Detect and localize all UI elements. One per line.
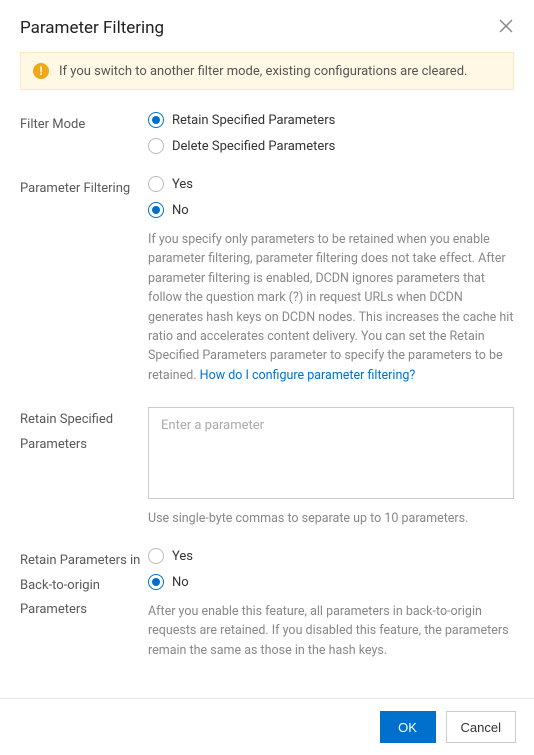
- radio-icon: [148, 548, 164, 564]
- radio-icon: [148, 138, 164, 154]
- retain-back-origin-group: Yes No: [148, 548, 514, 590]
- filter-mode-retain-option[interactable]: Retain Specified Parameters: [148, 112, 514, 128]
- parameter-filtering-no-option[interactable]: No: [148, 202, 514, 218]
- parameter-filtering-help-link[interactable]: How do I configure parameter filtering?: [200, 368, 416, 383]
- retain-params-label: Retain Specified Parameters: [20, 407, 148, 457]
- radio-label: Yes: [172, 177, 193, 192]
- radio-label: Yes: [172, 549, 193, 564]
- alert-text: If you switch to another filter mode, ex…: [59, 64, 467, 79]
- warning-icon: !: [33, 63, 49, 79]
- filter-mode-label: Filter Mode: [20, 112, 148, 138]
- retain-back-origin-help: After you enable this feature, all param…: [148, 602, 514, 660]
- ok-button[interactable]: OK: [380, 711, 436, 743]
- radio-icon: [148, 202, 164, 218]
- radio-icon: [148, 574, 164, 590]
- radio-label: Retain Specified Parameters: [172, 113, 335, 128]
- radio-label: No: [172, 203, 189, 218]
- parameter-filtering-label: Parameter Filtering: [20, 176, 148, 202]
- radio-icon: [148, 112, 164, 128]
- parameter-filtering-help: If you specify only parameters to be ret…: [148, 230, 514, 385]
- parameter-filtering-group: Yes No: [148, 176, 514, 218]
- dialog-title: Parameter Filtering: [20, 18, 164, 38]
- retain-back-origin-no-option[interactable]: No: [148, 574, 514, 590]
- dialog-footer: OK Cancel: [0, 698, 534, 755]
- alert-banner: ! If you switch to another filter mode, …: [20, 52, 514, 90]
- retain-params-input[interactable]: [148, 407, 514, 499]
- radio-icon: [148, 176, 164, 192]
- radio-label: No: [172, 575, 189, 590]
- filter-mode-delete-option[interactable]: Delete Specified Parameters: [148, 138, 514, 154]
- retain-params-hint: Use single-byte commas to separate up to…: [148, 511, 514, 526]
- cancel-button[interactable]: Cancel: [446, 711, 516, 743]
- retain-back-origin-label: Retain Parameters in Back-to-origin Para…: [20, 548, 148, 623]
- retain-back-origin-yes-option[interactable]: Yes: [148, 548, 514, 564]
- parameter-filtering-yes-option[interactable]: Yes: [148, 176, 514, 192]
- filter-mode-group: Retain Specified Parameters Delete Speci…: [148, 112, 514, 154]
- close-icon[interactable]: [498, 18, 514, 38]
- radio-label: Delete Specified Parameters: [172, 139, 335, 154]
